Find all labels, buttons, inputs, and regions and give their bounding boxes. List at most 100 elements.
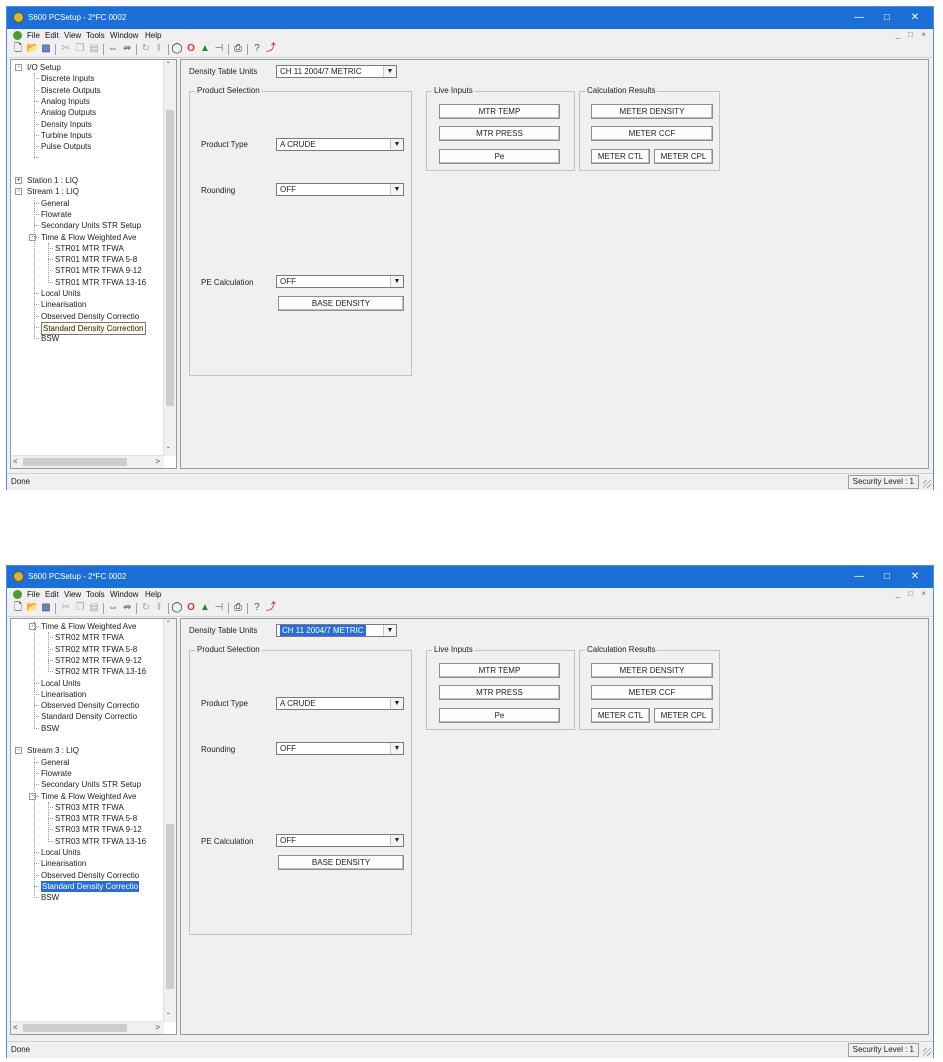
tree-item[interactable]: STR01 MTR TFWA 13-16 bbox=[55, 277, 146, 288]
tree-item[interactable]: BSW bbox=[41, 723, 59, 734]
menu-tools[interactable]: Tools bbox=[86, 31, 105, 40]
run-icon[interactable]: ◯ bbox=[171, 43, 183, 55]
meter-ccf-button[interactable]: METER CCF bbox=[591, 685, 713, 700]
menu-view[interactable]: View bbox=[64, 590, 81, 599]
menu-help[interactable]: Help bbox=[145, 31, 161, 40]
tree-item[interactable]: Flowrate bbox=[41, 768, 72, 779]
close-button[interactable]: ✕ bbox=[901, 9, 929, 27]
mtr-press-button[interactable]: MTR PRESS bbox=[439, 126, 560, 141]
print-icon[interactable]: ⎙ bbox=[232, 602, 244, 614]
product-type-combo[interactable]: A CRUDE ▼ bbox=[276, 697, 404, 710]
tree-item[interactable]: Turbine Inputs bbox=[41, 130, 92, 141]
tree-item[interactable]: Stream 1 : LIQ bbox=[27, 186, 79, 197]
density-table-units-combo[interactable]: CH 11 2004/7 METRIC ▼ bbox=[276, 65, 397, 78]
run-icon[interactable]: ◯ bbox=[171, 602, 183, 614]
expand-icon[interactable]: + bbox=[15, 177, 22, 184]
tree-vertical-scrollbar[interactable]: ˆ ˇ bbox=[163, 619, 176, 1022]
menu-tools[interactable]: Tools bbox=[86, 590, 105, 599]
tree-vertical-scrollbar[interactable]: ˆ ˇ bbox=[163, 60, 176, 456]
disconnect-icon[interactable]: ⇏ bbox=[121, 43, 133, 55]
menu-file[interactable]: File bbox=[27, 590, 40, 599]
tree-item[interactable]: STR02 MTR TFWA 9-12 bbox=[55, 655, 142, 666]
cut-icon[interactable]: ✂ bbox=[60, 602, 72, 614]
tree-item[interactable]: Local Units bbox=[41, 678, 81, 689]
scroll-thumb[interactable] bbox=[23, 458, 127, 466]
mtr-temp-button[interactable]: MTR TEMP bbox=[439, 104, 560, 119]
tree-item[interactable]: STR01 MTR TFWA 9-12 bbox=[55, 265, 142, 276]
tree-item[interactable]: Discrete Inputs bbox=[41, 73, 94, 84]
tree-item[interactable]: Linearisation bbox=[41, 689, 86, 700]
tree-item[interactable]: General bbox=[41, 757, 69, 768]
meter-density-button[interactable]: METER DENSITY bbox=[591, 104, 713, 119]
close-button[interactable]: ✕ bbox=[901, 568, 929, 586]
pe-calculation-combo[interactable]: OFF ▼ bbox=[276, 275, 404, 288]
chevron-down-icon[interactable]: ▼ bbox=[390, 276, 403, 287]
stop-icon[interactable]: O bbox=[185, 602, 197, 614]
copy-icon[interactable]: ❐ bbox=[74, 602, 86, 614]
minimize-button[interactable]: — bbox=[845, 9, 873, 27]
rounding-combo[interactable]: OFF ▼ bbox=[276, 742, 404, 755]
title-bar[interactable]: S600 PCSetup - 2*FC 0002 — □ ✕ bbox=[7, 7, 933, 29]
tree-item[interactable]: STR03 MTR TFWA bbox=[55, 802, 124, 813]
pause-icon[interactable]: ‖ bbox=[153, 43, 165, 55]
meter-ccf-button[interactable]: METER CCF bbox=[591, 126, 713, 141]
scroll-thumb[interactable] bbox=[166, 110, 174, 406]
stop-icon[interactable]: O bbox=[185, 43, 197, 55]
tree-item[interactable]: I/O Setup bbox=[27, 62, 61, 73]
open-icon[interactable]: 📂 bbox=[26, 602, 38, 614]
pause-icon[interactable]: ‖ bbox=[153, 602, 165, 614]
menu-help[interactable]: Help bbox=[145, 590, 161, 599]
tree-item[interactable]: Flowrate bbox=[41, 209, 72, 220]
resize-grip-icon[interactable] bbox=[923, 480, 931, 488]
mdi-controls[interactable]: _ □ × bbox=[896, 589, 929, 598]
tree-item[interactable]: Observed Density Correctio bbox=[41, 311, 139, 322]
tree-item[interactable]: Analog Outputs bbox=[41, 107, 96, 118]
help-icon[interactable]: ? bbox=[251, 602, 263, 614]
tree-item[interactable]: BSW bbox=[41, 333, 59, 344]
base-density-button[interactable]: BASE DENSITY bbox=[278, 296, 404, 311]
tree-horizontal-scrollbar[interactable]: < > bbox=[11, 455, 164, 468]
menu-edit[interactable]: Edit bbox=[45, 590, 59, 599]
chevron-down-icon[interactable]: ▼ bbox=[390, 835, 403, 846]
connect-icon[interactable]: ⇔ bbox=[107, 43, 119, 55]
tree-item[interactable]: Linearisation bbox=[41, 858, 86, 869]
resize-grip-icon[interactable] bbox=[923, 1048, 931, 1056]
menu-view[interactable]: View bbox=[64, 31, 81, 40]
tree-item[interactable]: Local Units bbox=[41, 847, 81, 858]
meter-ctl-button[interactable]: METER CTL bbox=[591, 708, 650, 723]
tree-horizontal-scrollbar[interactable]: < > bbox=[11, 1021, 164, 1034]
meter-cpl-button[interactable]: METER CPL bbox=[654, 708, 713, 723]
refresh-icon[interactable]: ↻ bbox=[140, 602, 152, 614]
arrow-icon[interactable]: ⤴ bbox=[265, 602, 277, 614]
tree-item[interactable]: Linearisation bbox=[41, 299, 86, 310]
print-icon[interactable]: ⎙ bbox=[232, 43, 244, 55]
tree-item[interactable]: Observed Density Correctio bbox=[41, 700, 139, 711]
tree-item[interactable]: Standard Density Correctio bbox=[41, 711, 137, 722]
menu-edit[interactable]: Edit bbox=[45, 31, 59, 40]
meter-ctl-button[interactable]: METER CTL bbox=[591, 149, 650, 164]
tree-item[interactable]: Secondary Units STR Setup bbox=[41, 779, 141, 790]
arrow-icon[interactable]: ⤴ bbox=[265, 43, 277, 55]
pe-calculation-combo[interactable]: OFF ▼ bbox=[276, 834, 404, 847]
minimize-button[interactable]: — bbox=[845, 568, 873, 586]
copy-icon[interactable]: ❐ bbox=[74, 43, 86, 55]
disconnect-icon[interactable]: ⇏ bbox=[121, 602, 133, 614]
base-density-button[interactable]: BASE DENSITY bbox=[278, 855, 404, 870]
tree-item[interactable]: STR01 MTR TFWA bbox=[55, 243, 124, 254]
mtr-temp-button[interactable]: MTR TEMP bbox=[439, 663, 560, 678]
tree-item[interactable]: General bbox=[41, 198, 69, 209]
save-icon[interactable]: ▩ bbox=[40, 43, 52, 55]
chevron-down-icon[interactable]: ▼ bbox=[390, 698, 403, 709]
tree-item[interactable]: STR02 MTR TFWA 13-16 bbox=[55, 666, 146, 677]
maximize-button[interactable]: □ bbox=[873, 9, 901, 27]
meter-cpl-button[interactable]: METER CPL bbox=[654, 149, 713, 164]
paste-icon[interactable]: ▤ bbox=[88, 43, 100, 55]
tree-item[interactable]: Secondary Units STR Setup bbox=[41, 220, 141, 231]
pe-button[interactable]: Pe bbox=[439, 708, 560, 723]
density-table-units-combo[interactable]: CH 11 2004/7 METRIC ▼ bbox=[276, 624, 397, 637]
paste-icon[interactable]: ▤ bbox=[88, 602, 100, 614]
tree-item[interactable]: Discrete Outputs bbox=[41, 85, 101, 96]
chevron-down-icon[interactable]: ▼ bbox=[383, 66, 396, 77]
mtr-press-button[interactable]: MTR PRESS bbox=[439, 685, 560, 700]
chevron-down-icon[interactable]: ▼ bbox=[390, 743, 403, 754]
